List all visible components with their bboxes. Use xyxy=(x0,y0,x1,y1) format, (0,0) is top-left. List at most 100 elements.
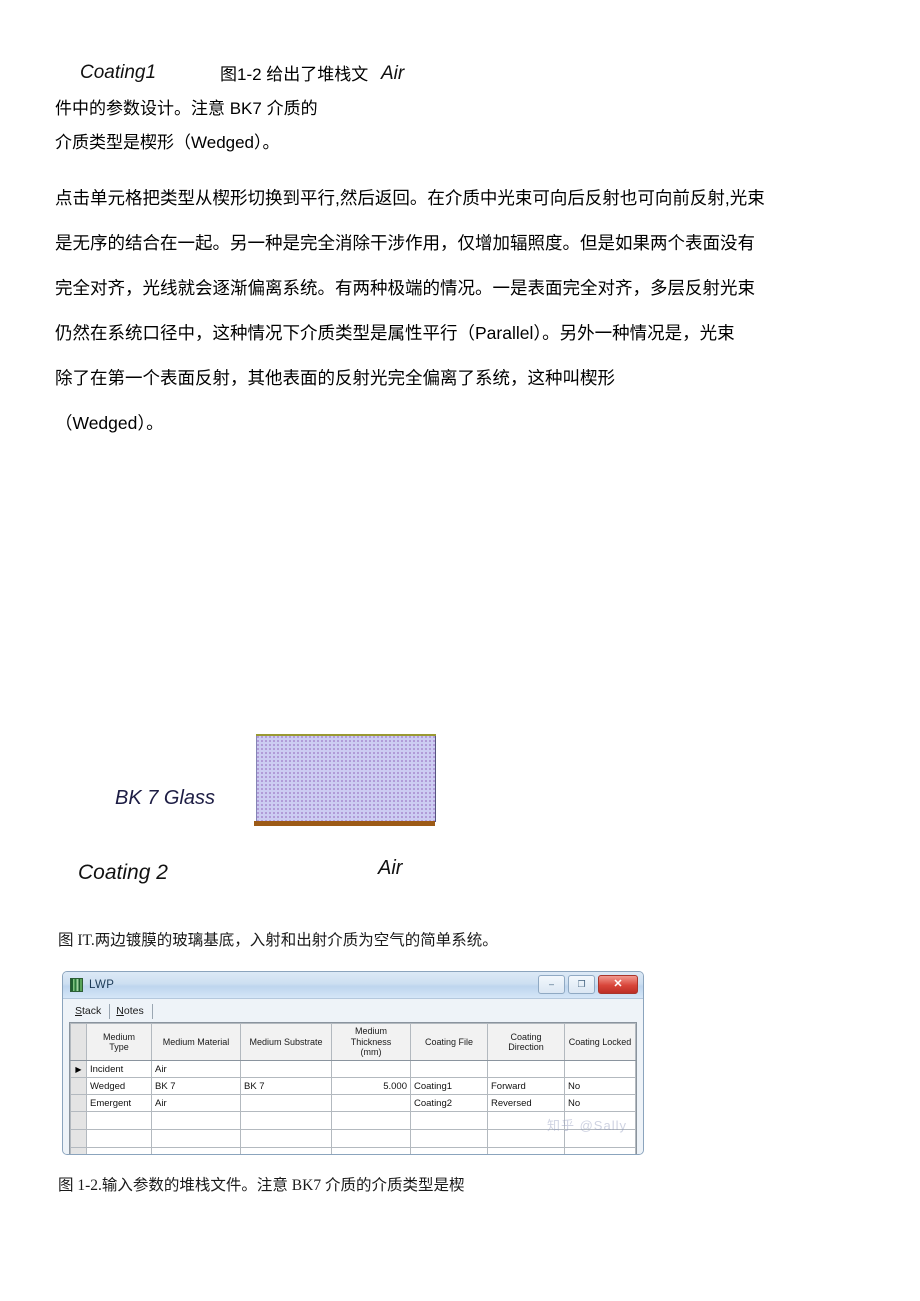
body-line-1: 点击单元格把类型从楔形切换到平行,然后返回。在介质中光束可向后反射也可向前反射,… xyxy=(55,188,765,208)
body-line-5: 除了在第一个表面反射，其他表面的反射光完全偏离了系统，这种叫楔形 xyxy=(55,368,615,388)
window-controls: – ❐ ✕ xyxy=(538,975,638,994)
cell-medium-substrate[interactable]: BK 7 xyxy=(240,1077,332,1095)
bk7-glass-block xyxy=(256,736,436,822)
cell-coating-file[interactable] xyxy=(410,1147,488,1154)
cell-medium-type[interactable]: Wedged xyxy=(86,1077,152,1095)
cell-coating-locked[interactable] xyxy=(564,1129,636,1148)
col-coating-file-l1: Coating File xyxy=(424,1036,474,1047)
col-medium-material[interactable]: Medium Material xyxy=(151,1023,241,1061)
tab-stack-accel: S xyxy=(75,1005,83,1017)
row-selector-cell[interactable] xyxy=(70,1094,87,1112)
col-coating-direction-l2: Direction xyxy=(508,1042,544,1052)
col-medium-substrate[interactable]: Medium Substrate xyxy=(240,1023,332,1061)
intro-line-3: 介质类型是楔形（Wedged）。 xyxy=(55,133,280,152)
row-selector-cell[interactable] xyxy=(70,1111,87,1130)
cell-medium-substrate[interactable] xyxy=(240,1147,332,1154)
row-selector-cell[interactable] xyxy=(70,1129,87,1148)
cell-coating-locked[interactable] xyxy=(564,1111,636,1130)
stack-table: Medium Type Medium Material Medium Subst… xyxy=(70,1023,636,1154)
cell-medium-type[interactable] xyxy=(86,1147,152,1154)
cell-medium-thickness[interactable] xyxy=(331,1060,411,1078)
header-row: Medium Type Medium Material Medium Subst… xyxy=(70,1023,636,1061)
figure-1-caption: 图 IT.两边镀膜的玻璃基底，入射和出射介质为空气的简单系统。 xyxy=(58,932,498,949)
table-row[interactable]: Wedged BK 7 BK 7 5.000 Coating1 Forward … xyxy=(70,1077,636,1095)
cell-coating-locked[interactable] xyxy=(564,1147,636,1154)
diagram-air-bottom-label: Air xyxy=(378,857,403,879)
cell-coating-direction[interactable] xyxy=(487,1111,565,1130)
body-line-3: 完全对齐，光线就会逐渐偏离系统。有两种极端的情况。一是表面完全对齐，多层反射光束 xyxy=(55,278,755,298)
cell-coating-direction[interactable] xyxy=(487,1060,565,1078)
col-coating-direction[interactable]: Coating Direction xyxy=(487,1023,565,1061)
cell-medium-type[interactable]: Emergent xyxy=(86,1094,152,1112)
lwp-app-icon xyxy=(70,978,83,992)
cell-coating-file[interactable] xyxy=(410,1111,488,1130)
minimize-button[interactable]: – xyxy=(538,975,565,994)
col-coating-locked[interactable]: Coating Locked xyxy=(564,1023,636,1061)
cell-coating-file[interactable] xyxy=(410,1129,488,1148)
cell-medium-type[interactable] xyxy=(86,1111,152,1130)
tab-notes-label: otes xyxy=(123,1005,144,1017)
cell-coating-file[interactable]: Coating1 xyxy=(410,1077,488,1095)
cell-coating-direction[interactable]: Forward xyxy=(487,1077,565,1095)
cell-coating-direction[interactable] xyxy=(487,1129,565,1148)
cell-medium-thickness[interactable] xyxy=(331,1147,411,1154)
cell-coating-direction[interactable] xyxy=(487,1147,565,1154)
intro-paragraph: 图1-2 给出了堆栈文 件中的参数设计。注意 BK7 介质的 介质类型是楔形（W… xyxy=(55,58,865,160)
lwp-title-bar[interactable]: LWP – ❐ ✕ xyxy=(63,972,643,999)
table-row[interactable]: ▶ Incident Air xyxy=(70,1060,636,1078)
cell-medium-thickness[interactable] xyxy=(331,1129,411,1148)
cell-medium-thickness[interactable]: 5.000 xyxy=(331,1077,411,1095)
tab-stack-label: tack xyxy=(82,1005,102,1017)
tab-notes-accel: N xyxy=(116,1005,124,1017)
maximize-button[interactable]: ❐ xyxy=(568,975,595,994)
cell-coating-file[interactable]: Coating2 xyxy=(410,1094,488,1112)
cell-coating-direction[interactable]: Reversed xyxy=(487,1094,565,1112)
cell-medium-thickness[interactable] xyxy=(331,1111,411,1130)
col-coating-locked-l1: Coating Locked xyxy=(568,1036,632,1047)
body-line-4: 仍然在系统口径中，这种情况下介质类型是属性平行（Parallel）。另外一种情况… xyxy=(55,323,735,343)
row-selector-header xyxy=(70,1023,87,1061)
cell-coating-file[interactable] xyxy=(410,1060,488,1078)
cell-medium-material[interactable] xyxy=(151,1129,241,1148)
cell-medium-substrate[interactable] xyxy=(240,1060,332,1078)
body-line-2: 是无序的结合在一起。另一种是完全消除干涉作用，仅增加辐照度。但是如果两个表面没有 xyxy=(55,233,755,253)
col-medium-type[interactable]: Medium Type xyxy=(86,1023,152,1061)
row-selected-marker-icon: ▶ xyxy=(75,1064,82,1074)
row-selector-cell[interactable] xyxy=(70,1077,87,1095)
col-medium-thickness[interactable]: Medium Thickness (mm) xyxy=(331,1023,411,1061)
col-medium-thickness-l1: Medium xyxy=(354,1026,387,1037)
lwp-tab-bar: Stack Notes xyxy=(69,1002,637,1019)
col-medium-material-l1: Medium Material xyxy=(162,1036,230,1047)
stack-data-grid[interactable]: Medium Type Medium Material Medium Subst… xyxy=(69,1022,637,1154)
row-selector-cell[interactable]: ▶ xyxy=(70,1060,87,1078)
intro-line-1: 图1-2 给出了堆栈文 xyxy=(220,65,369,84)
cell-medium-type[interactable] xyxy=(86,1129,152,1148)
close-icon: ✕ xyxy=(613,978,623,990)
col-coating-file[interactable]: Coating File xyxy=(410,1023,488,1061)
cell-coating-locked[interactable]: No xyxy=(564,1094,636,1112)
tab-stack[interactable]: Stack xyxy=(69,1004,111,1019)
cell-medium-material[interactable]: BK 7 xyxy=(151,1077,241,1095)
cell-medium-substrate[interactable] xyxy=(240,1129,332,1148)
cell-medium-material[interactable]: Air xyxy=(151,1094,241,1112)
tab-notes[interactable]: Notes xyxy=(110,1004,153,1019)
cell-medium-material[interactable] xyxy=(151,1111,241,1130)
cell-medium-material[interactable] xyxy=(151,1147,241,1154)
table-row[interactable] xyxy=(70,1129,636,1148)
cell-medium-type[interactable]: Incident xyxy=(86,1060,152,1078)
row-selector-cell[interactable] xyxy=(70,1147,87,1154)
cell-medium-material[interactable]: Air xyxy=(151,1060,241,1078)
diagram-coating2-label: Coating 2 xyxy=(78,861,168,884)
close-button[interactable]: ✕ xyxy=(598,975,638,994)
col-medium-type-l2: Type xyxy=(109,1042,129,1052)
cell-medium-substrate[interactable] xyxy=(240,1111,332,1130)
cell-coating-locked[interactable]: No xyxy=(564,1077,636,1095)
table-row[interactable] xyxy=(70,1111,636,1130)
cell-medium-substrate[interactable] xyxy=(240,1094,332,1112)
table-row[interactable]: Emergent Air Coating2 Reversed No xyxy=(70,1094,636,1112)
cell-medium-thickness[interactable] xyxy=(331,1094,411,1112)
table-row[interactable] xyxy=(70,1147,636,1154)
col-coating-direction-l1: Coating xyxy=(510,1031,542,1042)
lwp-window[interactable]: LWP – ❐ ✕ Stack Notes Medium Type Medium… xyxy=(62,971,644,1155)
cell-coating-locked[interactable] xyxy=(564,1060,636,1078)
